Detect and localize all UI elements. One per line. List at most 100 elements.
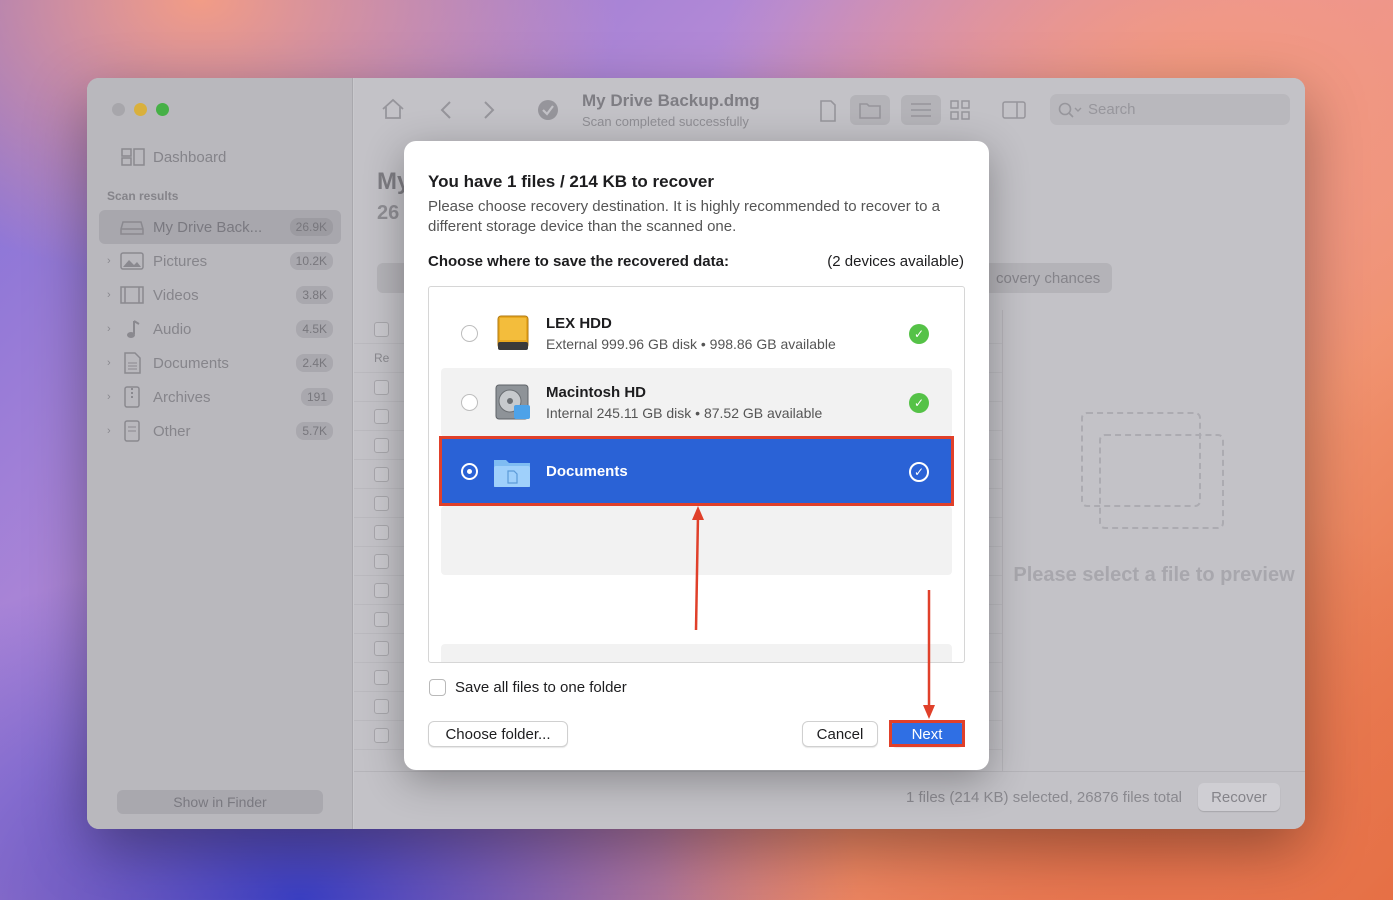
device-detail: Internal 245.11 GB disk • 87.52 GB avail… bbox=[546, 405, 823, 421]
row-checkbox[interactable] bbox=[374, 698, 389, 714]
chevron-right-icon[interactable]: › bbox=[107, 425, 119, 437]
device-text: Macintosh HD Internal 245.11 GB disk • 8… bbox=[546, 384, 909, 421]
sidebar-item-label: My Drive Back... bbox=[153, 218, 263, 236]
preview-message: Please select a file to preview bbox=[1013, 564, 1295, 586]
table-header-label: Re bbox=[374, 351, 390, 365]
list-view-button[interactable] bbox=[901, 95, 941, 125]
row-checkbox[interactable] bbox=[374, 640, 389, 656]
select-all-checkbox[interactable] bbox=[374, 321, 389, 337]
status-bar: 1 files (214 KB) selected, 26876 files t… bbox=[354, 771, 1305, 829]
grid-view-button[interactable] bbox=[940, 95, 980, 125]
close-window-button[interactable] bbox=[112, 103, 125, 116]
folder-view-button[interactable] bbox=[850, 95, 890, 125]
device-radio[interactable] bbox=[461, 394, 478, 411]
row-checkbox[interactable] bbox=[374, 727, 389, 743]
sidebar-item-drive[interactable]: My Drive Back... 26.9K bbox=[99, 210, 341, 244]
drive-icon bbox=[119, 217, 145, 237]
external-drive-icon bbox=[497, 315, 529, 350]
search-placeholder: Search bbox=[1088, 101, 1136, 118]
sidebar-item-videos[interactable]: › Videos 3.8K bbox=[99, 278, 341, 312]
sidebar-item-count: 2.4K bbox=[296, 354, 333, 372]
recover-button[interactable]: Recover bbox=[1198, 783, 1280, 811]
device-radio-selected[interactable] bbox=[461, 463, 478, 480]
choose-folder-button[interactable]: Choose folder... bbox=[428, 721, 568, 747]
back-icon[interactable] bbox=[439, 100, 453, 120]
window-title: My Drive Backup.dmg bbox=[582, 91, 760, 110]
other-icon bbox=[119, 420, 145, 442]
empty-list-row bbox=[441, 644, 952, 662]
zoom-window-button[interactable] bbox=[156, 103, 169, 116]
toolbar: My Drive Backup.dmg Scan completed succe… bbox=[354, 78, 1305, 142]
row-checkbox[interactable] bbox=[374, 611, 389, 627]
search-icon bbox=[1058, 102, 1082, 118]
row-checkbox[interactable] bbox=[374, 553, 389, 569]
file-view-icon[interactable] bbox=[819, 100, 837, 122]
recovery-chances-filter[interactable]: covery chances bbox=[984, 263, 1113, 293]
sidebar-item-count: 5.7K bbox=[296, 422, 333, 440]
sidebar-section-label: Scan results bbox=[107, 189, 179, 203]
save-all-label: Save all files to one folder bbox=[455, 679, 627, 696]
selection-status: 1 files (214 KB) selected, 26876 files t… bbox=[906, 789, 1182, 806]
save-all-checkbox[interactable] bbox=[429, 679, 446, 696]
cancel-button[interactable]: Cancel bbox=[802, 721, 878, 747]
dialog-description: Please choose recovery destination. It i… bbox=[428, 198, 940, 235]
sidebar-item-count: 3.8K bbox=[296, 286, 333, 304]
minimize-window-button[interactable] bbox=[134, 103, 147, 116]
device-row-lex-hdd[interactable]: LEX HDD External 999.96 GB disk • 998.86… bbox=[441, 299, 952, 368]
search-input[interactable]: Search bbox=[1050, 94, 1290, 125]
device-name: LEX HDD bbox=[546, 315, 612, 332]
dashboard-icon bbox=[121, 148, 145, 166]
sidebar-item-pictures[interactable]: › Pictures 10.2K bbox=[99, 244, 341, 278]
row-checkbox[interactable] bbox=[374, 408, 389, 424]
folder-icon bbox=[494, 459, 530, 487]
devices-available-label: (2 devices available) bbox=[827, 253, 964, 270]
row-checkbox[interactable] bbox=[374, 495, 389, 511]
sidebar-item-audio[interactable]: › Audio 4.5K bbox=[99, 312, 341, 346]
row-checkbox[interactable] bbox=[374, 466, 389, 482]
sidebar-item-label: Videos bbox=[153, 286, 199, 304]
pictures-icon bbox=[119, 251, 145, 271]
device-name: Macintosh HD bbox=[546, 384, 647, 401]
archives-icon bbox=[119, 386, 145, 408]
chevron-right-icon[interactable]: › bbox=[107, 323, 119, 335]
row-checkbox[interactable] bbox=[374, 582, 389, 598]
row-checkbox[interactable] bbox=[374, 379, 389, 395]
sidebar-item-label: Documents bbox=[153, 354, 229, 372]
chevron-right-icon[interactable]: › bbox=[107, 289, 119, 301]
chevron-right-icon[interactable]: › bbox=[107, 391, 119, 403]
documents-icon bbox=[119, 352, 145, 374]
show-in-finder-button[interactable]: Show in Finder bbox=[117, 790, 323, 814]
sidebar-item-count: 10.2K bbox=[289, 252, 333, 270]
row-checkbox[interactable] bbox=[374, 669, 389, 685]
videos-icon bbox=[119, 285, 145, 305]
sidebar-item-other[interactable]: › Other 5.7K bbox=[99, 414, 341, 448]
device-row-documents[interactable]: Documents ✓ bbox=[441, 437, 952, 506]
chevron-right-icon[interactable]: › bbox=[107, 255, 119, 267]
sidebar-item-count: 191 bbox=[300, 388, 333, 406]
row-checkbox[interactable] bbox=[374, 524, 389, 540]
preview-pane: Please select a file to preview bbox=[1002, 310, 1305, 771]
sidebar-item-label: Pictures bbox=[153, 252, 208, 270]
choose-destination-label: Choose where to save the recovered data: bbox=[428, 253, 729, 270]
device-row-macintosh-hd[interactable]: Macintosh HD Internal 245.11 GB disk • 8… bbox=[441, 368, 952, 437]
preview-toggle-button[interactable] bbox=[994, 95, 1034, 125]
sidebar: Dashboard Scan results My Drive Back... … bbox=[87, 78, 353, 829]
device-text: LEX HDD External 999.96 GB disk • 998.86… bbox=[546, 315, 909, 352]
list-icon bbox=[911, 103, 931, 117]
forward-icon[interactable] bbox=[482, 100, 496, 120]
sidebar-right-icon bbox=[1002, 101, 1026, 119]
sidebar-item-archives[interactable]: › Archives 191 bbox=[99, 380, 341, 414]
chevron-right-icon[interactable]: › bbox=[107, 357, 119, 369]
device-radio[interactable] bbox=[461, 325, 478, 342]
next-button[interactable]: Next bbox=[891, 721, 963, 747]
sidebar-item-dashboard[interactable]: Dashboard bbox=[121, 148, 226, 166]
row-checkbox[interactable] bbox=[374, 437, 389, 453]
home-icon[interactable] bbox=[381, 98, 405, 120]
selected-check-icon: ✓ bbox=[909, 461, 929, 482]
sidebar-item-label: Archives bbox=[153, 388, 211, 406]
sidebar-item-label: Other bbox=[153, 422, 191, 440]
save-all-option[interactable]: Save all files to one folder bbox=[429, 679, 627, 696]
sidebar-item-documents[interactable]: › Documents 2.4K bbox=[99, 346, 341, 380]
sidebar-list: My Drive Back... 26.9K › Pictures 10.2K … bbox=[99, 210, 341, 448]
page-count: 26 bbox=[377, 202, 400, 224]
